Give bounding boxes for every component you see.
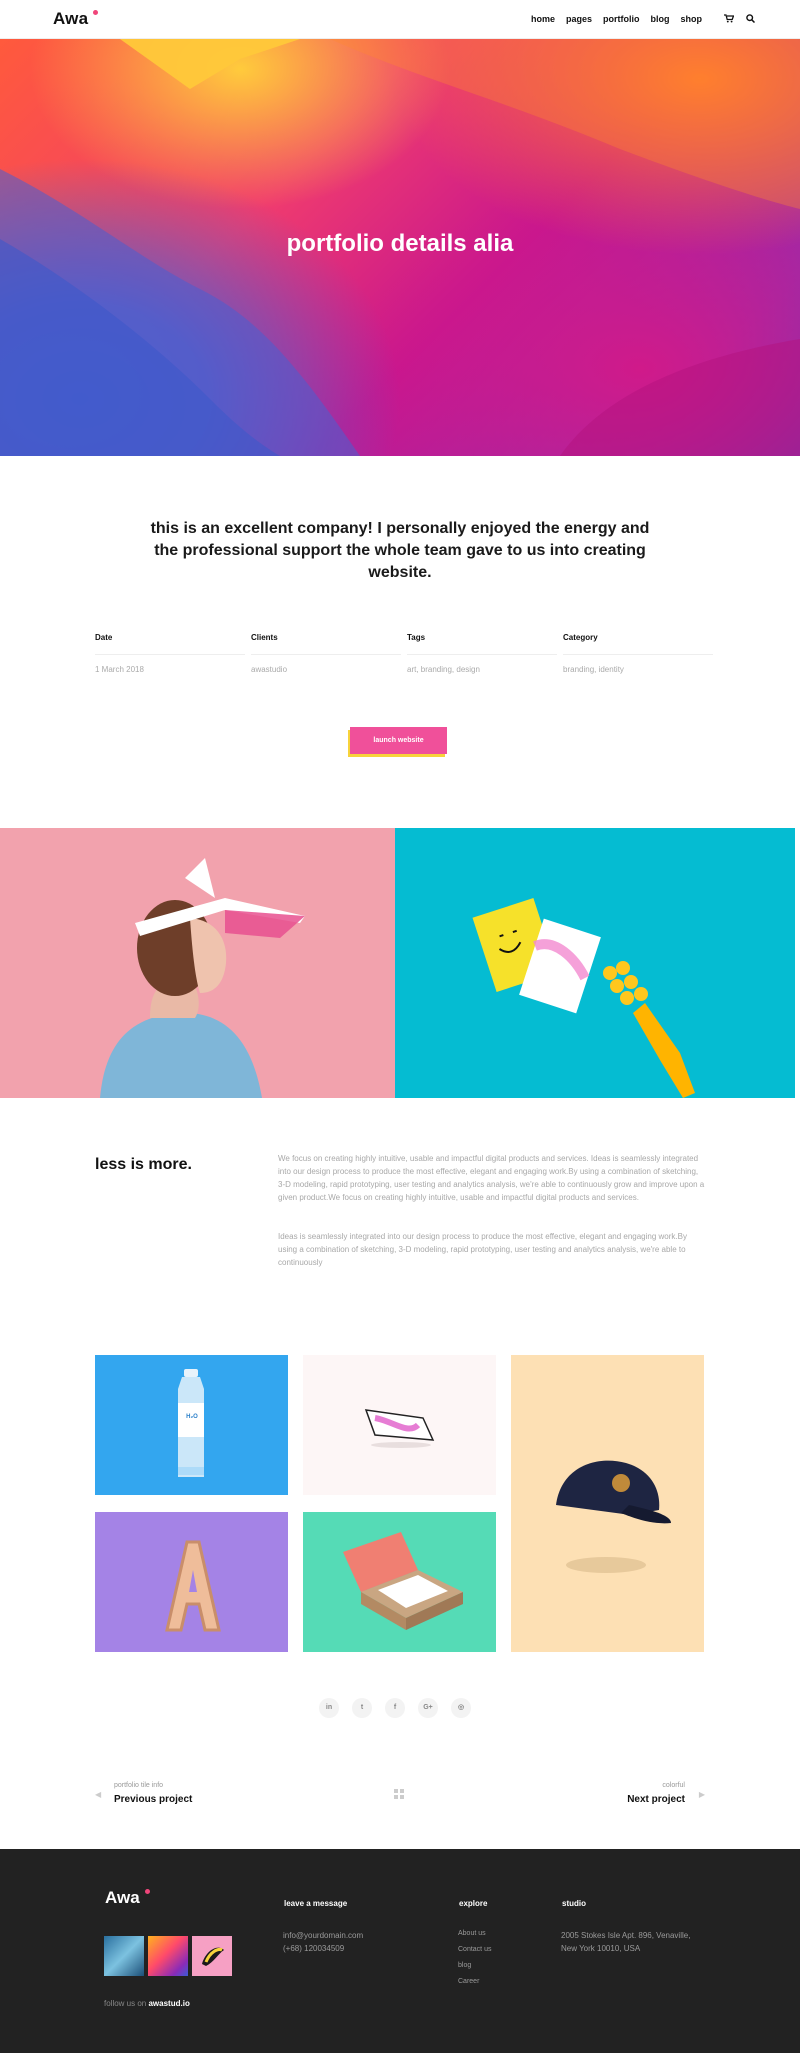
previous-project-link[interactable]: Previous project [114,1794,192,1805]
nav-home[interactable]: home [531,14,555,24]
detail-tags: Tags art, branding, design [407,633,557,674]
nav-shop[interactable]: shop [681,14,703,24]
footer-email[interactable]: info@yourdomain.com [283,1929,363,1942]
grid-icon[interactable] [394,1789,404,1799]
launch-website-button[interactable]: launch website [350,727,447,754]
site-logo[interactable]: Awa [53,9,88,29]
gallery-item-cap[interactable] [511,1355,704,1652]
footer-logo[interactable]: Awa [105,1888,140,1908]
gallery-item-pouch[interactable] [303,1355,496,1495]
content-paragraph: We focus on creating highly intuitive, u… [278,1154,705,1202]
hero-title: portfolio details alia [286,230,514,257]
nav-portfolio[interactable]: portfolio [603,14,640,25]
prev-project-subtitle: portfolio tile info [114,1782,164,1789]
detail-label: Date [95,633,245,655]
share-bar: in t f G+ ◎ [319,1698,471,1718]
footer-thumbnail[interactable] [192,1936,232,1976]
photo-business-cards-brush [395,828,795,1098]
follow-handle-link[interactable]: awastud.io [148,1999,189,2008]
footer-link-about[interactable]: About us [458,1930,486,1937]
footer-heading-studio: studio [562,1899,586,1908]
detail-label: Category [563,633,713,655]
detail-value: 1 March 2018 [95,665,144,674]
detail-value: art, branding, design [407,665,480,674]
detail-label: Tags [407,633,557,655]
footer-heading-message: leave a message [284,1899,348,1908]
detail-clients: Clients awastudio [251,633,401,674]
follow-prefix: follow us on [104,1999,147,2008]
footer-link-contact[interactable]: Contact us [458,1946,491,1953]
content-paragraph: Ideas is seamlessly integrated into our … [278,1232,687,1267]
footer-thumbnail[interactable] [148,1936,188,1976]
google-plus-icon[interactable]: G+ [418,1698,438,1718]
linkedin-icon[interactable]: in [319,1698,339,1718]
gallery-item-balloon-letter[interactable] [95,1512,288,1652]
detail-category: Category branding, identity [563,633,713,674]
arrow-right-icon[interactable]: ▶ [699,1790,705,1799]
gallery-item-box[interactable] [303,1512,496,1652]
main-nav: home pages portfolio blog shop [531,14,755,25]
next-project-subtitle: colorful [662,1782,685,1789]
next-project-link[interactable]: Next project [627,1794,685,1805]
footer-phone[interactable]: (+68) 120034509 [283,1942,344,1955]
footer-heading-explore: explore [459,1899,488,1908]
cart-icon[interactable] [724,14,735,24]
detail-date: Date 1 March 2018 [95,633,245,674]
facebook-icon[interactable]: f [385,1698,405,1718]
testimonial-quote: this is an excellent company! I personal… [150,520,650,581]
arrow-left-icon[interactable]: ◀ [95,1790,101,1799]
search-icon[interactable] [745,14,755,24]
footer-link-blog[interactable]: blog [458,1962,471,1969]
gallery-item-water-bottle[interactable]: H₂O [95,1355,288,1495]
footer-link-career[interactable]: Career [458,1978,479,1985]
twitter-icon[interactable]: t [352,1698,372,1718]
photo-woman-visor [0,828,395,1098]
content-title: less is more. [95,1156,192,1173]
nav-pages[interactable]: pages [566,14,592,24]
logo-dot [93,10,98,15]
bottle-label: H₂O [186,1414,198,1420]
logo-dot [145,1889,150,1894]
detail-value: branding, identity [563,665,624,674]
instagram-icon[interactable]: ◎ [451,1698,471,1718]
detail-label: Clients [251,633,401,655]
footer-thumbnail[interactable] [104,1936,144,1976]
nav-blog[interactable]: blog [651,14,670,24]
follow-us-text: follow us on awastud.io [104,1999,190,2008]
hero-banner: portfolio details alia [0,39,800,456]
detail-value: awastudio [251,665,288,674]
footer-address: 2005 Stokes Isle Apt. 896, Venaville, Ne… [561,1931,691,1953]
